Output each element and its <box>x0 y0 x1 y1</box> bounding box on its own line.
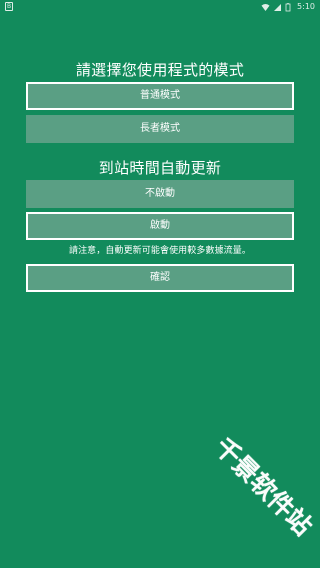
auto-update-title: 到站時間自動更新 <box>98 159 222 177</box>
status-time: 5:10 <box>297 2 315 11</box>
signal-icon <box>273 3 282 12</box>
status-icons: 5:10 <box>261 1 315 13</box>
site-watermark: 千景软件站 <box>208 432 318 542</box>
elder-mode-button[interactable]: 長者模式 <box>26 115 294 143</box>
normal-mode-button[interactable]: 普通模式 <box>26 82 294 110</box>
status-badge: B <box>5 2 13 11</box>
confirm-button[interactable]: 確認 <box>26 264 294 292</box>
data-usage-notice: 請注意，自動更新可能會使用較多數據流量。 <box>68 246 251 256</box>
auto-update-off-button[interactable]: 不啟動 <box>26 180 294 208</box>
status-bar: B 5:10 <box>0 0 320 14</box>
wifi-icon <box>261 3 270 12</box>
mode-selection-title: 請選擇您使用程式的模式 <box>75 61 245 79</box>
battery-icon <box>285 2 294 12</box>
settings-screen: B 5:10 請選擇您使用程式的模式 普通模式 長者模式 到站時間自動更新 不啟… <box>0 0 320 568</box>
auto-update-on-button[interactable]: 啟動 <box>26 212 294 240</box>
